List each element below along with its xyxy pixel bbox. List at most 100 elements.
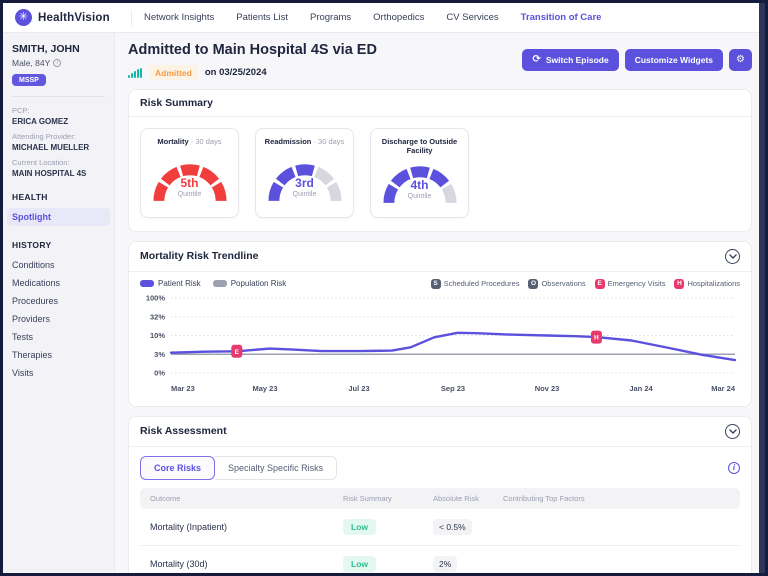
col-header-contributing-factors: Contributing Top Factors — [495, 487, 740, 509]
top-navbar: ✳ HealthVision Network Insights Patients… — [3, 3, 765, 33]
gear-icon: ⚙ — [736, 54, 745, 65]
nav-item-programs[interactable]: Programs — [310, 12, 351, 23]
svg-text:May 23: May 23 — [252, 384, 277, 393]
nav-item-cv-services[interactable]: CV Services — [446, 12, 498, 23]
risk-assessment-card: Risk Assessment Core Risks Specialty Spe… — [128, 415, 752, 572]
patient-info-icon[interactable]: i — [53, 59, 62, 67]
main-content: Admitted to Main Hospital 4S via ED Admi… — [115, 33, 765, 572]
gauge-unit: Quintile — [407, 192, 432, 200]
discharge-gauge-card[interactable]: Discharge to Outside Facility 4th Quinti… — [370, 128, 469, 218]
tab-specialty-specific-risks[interactable]: Specialty Specific Risks — [215, 455, 338, 480]
emergency-visits-label: Emergency Visits — [607, 279, 666, 289]
svg-text:0%: 0% — [154, 368, 165, 377]
sidebar-item-medications[interactable]: Medications — [7, 274, 110, 292]
nav-item-network-insights[interactable]: Network Insights — [144, 12, 214, 23]
sidebar-divider — [12, 95, 105, 97]
admission-date: on 03/25/2024 — [204, 67, 267, 78]
sidebar-item-conditions[interactable]: Conditions — [7, 256, 110, 274]
svg-text:Sep 23: Sep 23 — [441, 384, 465, 393]
svg-text:E: E — [235, 349, 240, 356]
attending-label: Attending Provider: — [12, 131, 76, 141]
patient-sidebar: SMITH, JOHN Male, 84Y i MSSP PCP: ERICA … — [3, 33, 115, 572]
col-header-outcome: Outcome — [140, 487, 335, 509]
svg-text:32%: 32% — [150, 312, 165, 321]
event-legend: S Scheduled Procedures O Observations E Eme… — [430, 278, 740, 289]
svg-text:Nov 23: Nov 23 — [535, 384, 560, 393]
svg-text:Jan 24: Jan 24 — [629, 384, 653, 393]
svg-text:100%: 100% — [146, 293, 166, 302]
collapse-risk-assessment-button[interactable] — [725, 423, 740, 439]
risk-assessment-title: Risk Assessment — [140, 425, 227, 438]
readmission-gauge-card[interactable]: Readmission · 30 days 3rd Quintile — [255, 128, 354, 218]
nav-item-orthopedics[interactable]: Orthopedics — [373, 12, 424, 23]
nav-menu: Network Insights Patients List Programs … — [144, 12, 601, 23]
risk-tabs: Core Risks Specialty Specific Risks — [140, 455, 338, 480]
svg-text:3%: 3% — [154, 350, 165, 359]
svg-text:10%: 10% — [150, 331, 165, 340]
svg-text:Mar 24: Mar 24 — [711, 384, 736, 393]
nav-item-patients-list[interactable]: Patients List — [236, 12, 288, 23]
app-window: ✳ HealthVision Network Insights Patients… — [0, 0, 768, 576]
risk-summary-card: Risk Summary Mortality · 30 days 5th Qui… — [128, 89, 752, 232]
scheduled-procedures-icon: S — [430, 278, 441, 289]
vertical-scrollbar[interactable] — [759, 3, 765, 573]
gauge-title: Mortality — [157, 137, 189, 146]
pcp-value: ERICA GOMEZ — [12, 116, 69, 126]
collapse-trendline-button[interactable] — [725, 248, 740, 264]
pcp-label: PCP: — [12, 105, 30, 115]
gauge-period: · 30 days — [313, 137, 345, 146]
settings-button[interactable]: ⚙ — [729, 49, 752, 71]
switch-episode-label: Switch Episode — [545, 55, 609, 65]
risk-info-icon[interactable]: i — [728, 461, 740, 474]
sidebar-item-visits[interactable]: Visits — [7, 364, 110, 382]
table-row[interactable]: Mortality (30d) Low 2% — [140, 545, 740, 572]
patient-name: SMITH, JOHN — [12, 43, 80, 55]
col-header-absolute-risk: Absolute Risk — [425, 487, 495, 509]
health-section-title: HEALTH — [12, 191, 48, 202]
mortality-gauge-card[interactable]: Mortality · 30 days 5th Quintile — [140, 128, 239, 218]
tab-core-risks[interactable]: Core Risks — [140, 455, 216, 480]
gauge-title: Discharge to Outside Facility — [381, 137, 458, 156]
outcome-cell: Mortality (Inpatient) — [140, 508, 335, 546]
risk-summary-title: Risk Summary — [140, 97, 213, 109]
app-name: HealthVision — [38, 11, 110, 24]
nav-item-transition-of-care[interactable]: Transition of Care — [521, 12, 602, 23]
mortality-risk-trendline-chart[interactable]: 100% 32% 10% 3% 0% Mar 23 May 23 Jul 23 Sep 23 No… — [135, 291, 743, 395]
risk-level-badge: Low — [343, 518, 376, 535]
scheduled-procedures-label: Scheduled Procedures — [443, 279, 520, 289]
sidebar-item-providers[interactable]: Providers — [7, 310, 110, 328]
location-label: Current Location: — [12, 157, 70, 167]
status-badge: Admitted — [149, 65, 198, 80]
gauge-period: · 30 days — [190, 137, 222, 146]
risk-table: Outcome Risk Summary Absolute Risk Contr… — [140, 487, 740, 572]
trend-bars-icon — [128, 67, 142, 78]
absolute-risk-value: 2% — [433, 555, 458, 572]
observations-label: Observations — [541, 279, 586, 289]
patient-demographics: Male, 84Y — [12, 58, 51, 68]
page-title: Admitted to Main Hospital 4S via ED — [128, 42, 377, 58]
sidebar-item-spotlight[interactable]: Spotlight — [7, 207, 110, 226]
patient-risk-swatch — [140, 280, 154, 288]
switch-episode-button[interactable]: ⟳ Switch Episode — [522, 49, 619, 71]
sidebar-item-tests[interactable]: Tests — [7, 328, 110, 346]
trendline-card: Mortality Risk Trendline Patient Risk Po… — [128, 240, 752, 407]
gauge-unit: Quintile — [177, 191, 202, 198]
outcome-cell: Mortality (30d) — [140, 545, 335, 572]
hospitalizations-label: Hospitalizations — [687, 279, 740, 289]
svg-text:Jul 23: Jul 23 — [348, 384, 369, 393]
app-logo[interactable]: ✳ HealthVision — [15, 9, 123, 26]
customize-widgets-button[interactable]: Customize Widgets — [624, 49, 724, 71]
emergency-visits-icon: E — [594, 278, 605, 289]
refresh-icon: ⟳ — [532, 54, 541, 65]
absolute-risk-value: < 0.5% — [433, 518, 472, 535]
sidebar-item-therapies[interactable]: Therapies — [7, 346, 110, 364]
table-row[interactable]: Mortality (Inpatient) Low < 0.5% — [140, 508, 740, 546]
nav-divider — [131, 9, 132, 26]
healthvision-logo-icon: ✳ — [15, 9, 32, 26]
gauge-title: Readmission — [264, 137, 312, 146]
patient-risk-legend-label: Patient Risk — [158, 279, 201, 289]
sidebar-item-procedures[interactable]: Procedures — [7, 292, 110, 310]
svg-text:H: H — [594, 334, 599, 341]
risk-level-badge: Low — [343, 555, 376, 572]
trendline-title: Mortality Risk Trendline — [140, 250, 259, 263]
